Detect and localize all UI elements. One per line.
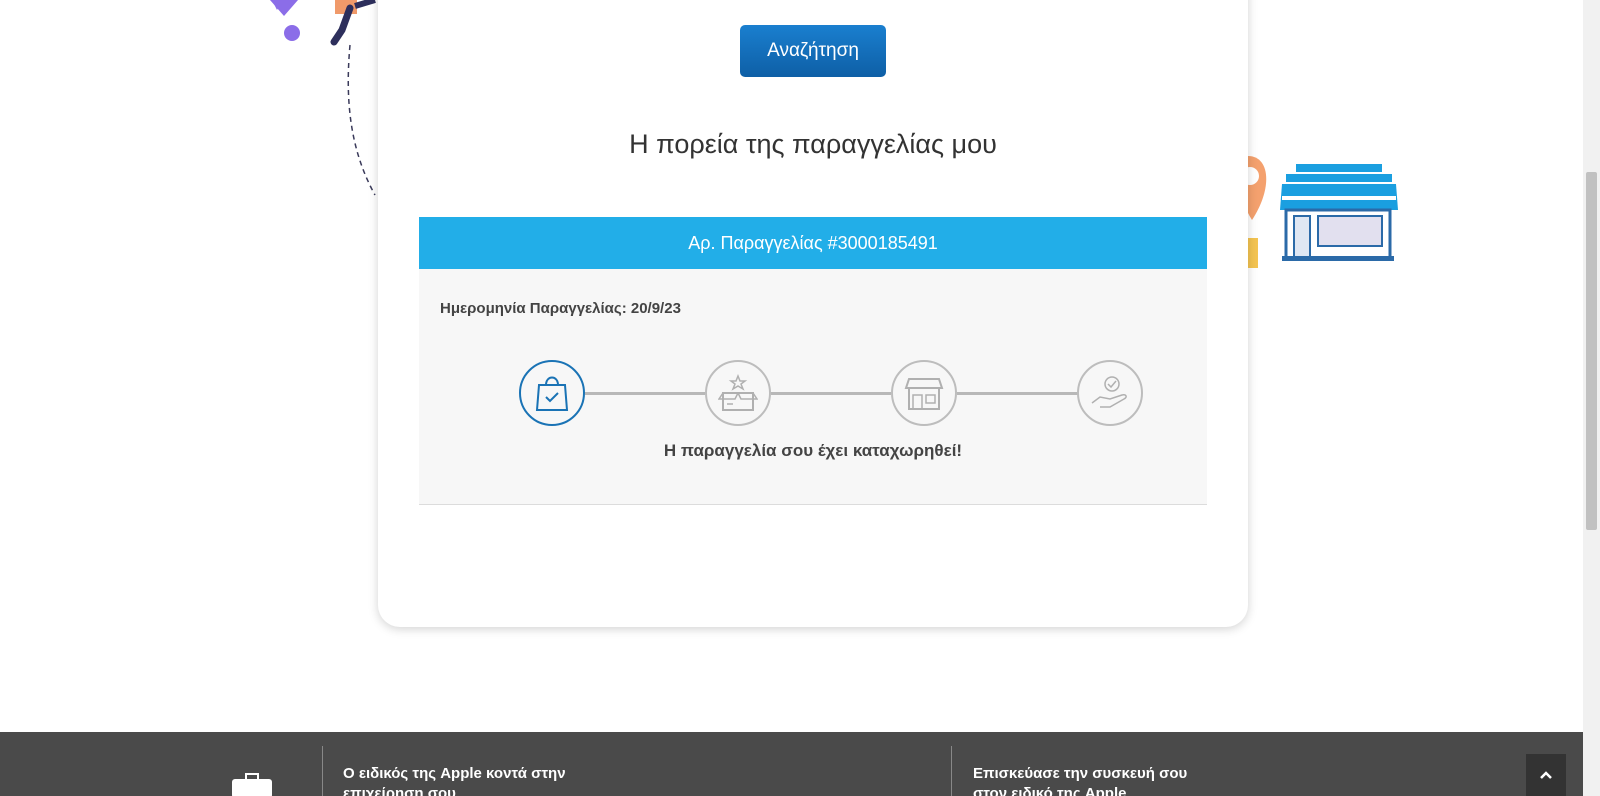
order-progress-tracker bbox=[519, 360, 1149, 428]
store-icon bbox=[904, 378, 944, 410]
open-box-icon bbox=[718, 373, 758, 411]
order-status-message: Η παραγγελία σου έχει καταχωρηθεί! bbox=[663, 441, 963, 460]
step-order-placed bbox=[519, 360, 585, 426]
step-in-store bbox=[891, 360, 957, 426]
scrollbar-thumb[interactable] bbox=[1586, 172, 1597, 530]
progress-line bbox=[957, 392, 1081, 395]
search-button[interactable]: Αναζήτηση bbox=[740, 25, 886, 77]
page-title: Η πορεία της παραγγελίας μου bbox=[629, 129, 997, 159]
footer-repair-link[interactable]: Επισκεύασε την συσκευή σου στον ειδικό τ… bbox=[973, 764, 1213, 796]
hand-check-icon bbox=[1091, 376, 1127, 408]
courier-illustration bbox=[270, 0, 376, 196]
order-panel: Αρ. Παραγγελίας #3000185491 Ημερομηνία Π… bbox=[419, 217, 1207, 505]
order-tracking-card: Αναζήτηση Η πορεία της παραγγελίας μου Α… bbox=[378, 0, 1248, 627]
footer-divider bbox=[951, 746, 952, 796]
footer-divider bbox=[322, 746, 323, 796]
footer: Ο ειδικός της Apple κοντά στην επιχείρησ… bbox=[0, 732, 1583, 796]
step-delivered bbox=[1077, 360, 1143, 426]
page: Αναζήτηση Η πορεία της παραγγελίας μου Α… bbox=[0, 0, 1583, 796]
order-date: Ημερομηνία Παραγγελίας: 20/9/23 bbox=[440, 300, 681, 317]
progress-line bbox=[771, 392, 891, 395]
store-illustration bbox=[1238, 156, 1398, 268]
scroll-to-top-button[interactable] bbox=[1526, 754, 1566, 796]
chevron-up-icon bbox=[1540, 771, 1552, 779]
briefcase-icon bbox=[232, 773, 272, 796]
progress-line bbox=[585, 392, 705, 395]
vertical-scrollbar[interactable] bbox=[1583, 0, 1600, 796]
footer-business-link[interactable]: Ο ειδικός της Apple κοντά στην επιχείρησ… bbox=[343, 764, 583, 796]
order-number-header: Αρ. Παραγγελίας #3000185491 bbox=[419, 217, 1207, 269]
step-packed bbox=[705, 360, 771, 426]
shopping-bag-check-icon bbox=[535, 376, 569, 411]
